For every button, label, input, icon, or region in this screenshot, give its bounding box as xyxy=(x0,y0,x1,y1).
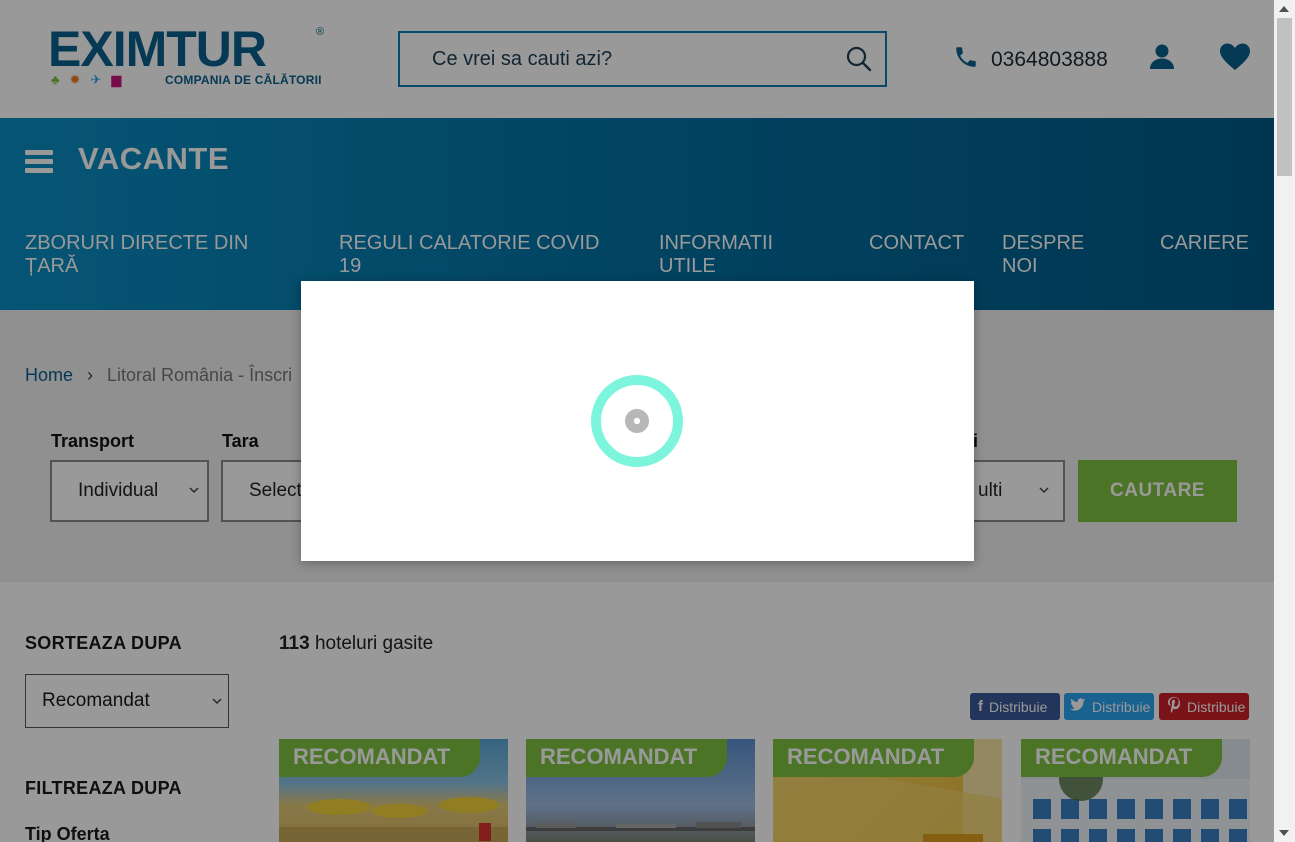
page-scrollbar[interactable] xyxy=(1274,0,1295,842)
scrollbar-thumb[interactable] xyxy=(1277,18,1292,176)
spinner-icon xyxy=(589,373,685,469)
scroll-up-arrow-icon[interactable] xyxy=(1279,6,1289,12)
scroll-down-arrow-icon[interactable] xyxy=(1279,830,1289,836)
loading-modal xyxy=(301,281,974,561)
